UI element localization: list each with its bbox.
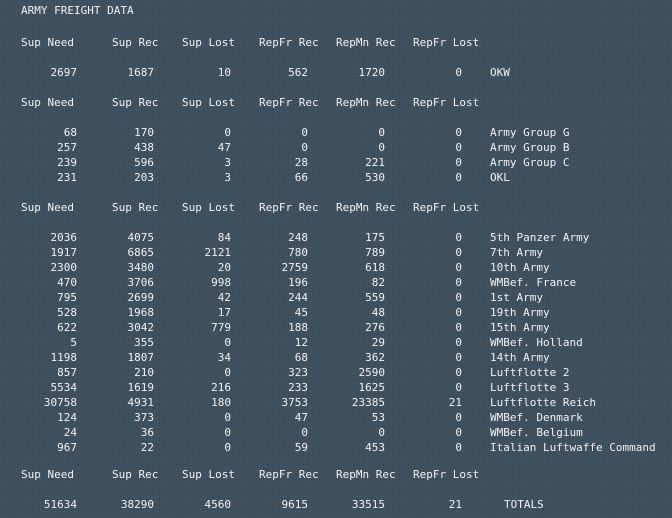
column-header-sup-lost: Sup Lost [182,96,235,109]
cell-repfr-lost: 0 [455,411,462,424]
unit-name: 7th Army [490,246,543,259]
table-row: 231 203 3 66 530 0 OKL [0,171,672,184]
column-header-sup-need: Sup Need [21,201,74,214]
unit-name: 1st Army [490,291,543,304]
table-row: 68 170 0 0 0 0 Army Group G [0,126,672,139]
table-row: 2697 1687 10 562 1720 0 OKW [0,66,672,79]
column-header-repmn-rec: RepMn Rec [336,468,396,481]
column-header-sup-lost: Sup Lost [182,201,235,214]
table-row: 124 373 0 47 53 0 WMBef. Denmark [0,411,672,424]
cell-repfr-lost: 0 [455,366,462,379]
unit-name: WMBef. Belgium [490,426,583,439]
cell-repfr-lost: 0 [455,66,462,79]
table-row: 239 596 3 28 221 0 Army Group C [0,156,672,169]
cell-repfr-lost: 0 [455,351,462,364]
column-header-repfr-rec: RepFr Rec [259,468,319,481]
column-header-repmn-rec: RepMn Rec [336,36,396,49]
unit-name: OKW [490,66,510,79]
unit-name: Italian Luftwaffe Command [490,441,656,454]
table-row: 622 3042 779 188 276 0 15th Army [0,321,672,334]
cell-repfr-lost: 0 [455,336,462,349]
column-header-sup-rec: Sup Rec [112,201,159,214]
cell-repfr-lost: 0 [455,276,462,289]
header-row: Sup Need Sup Rec Sup Lost RepFr Rec RepMn Re… [0,468,672,481]
screen-title: ARMY FREIGHT DATA [21,4,134,17]
column-header-repfr-lost: RepFr Lost [413,96,480,109]
table-row: 2036 4075 84 248 175 0 5th Panzer Army [0,231,672,244]
column-header-sup-rec: Sup Rec [112,96,159,109]
cell-repfr-lost: 0 [455,426,462,439]
column-header-sup-need: Sup Need [21,36,74,49]
unit-name: 19th Army [490,306,550,319]
table-row: 470 3706 998 196 82 0 WMBef. France [0,276,672,289]
table-row: 5534 1619 216 233 1625 0 Luftflotte 3 [0,381,672,394]
unit-name: WMBef. Denmark [490,411,583,424]
cell-repfr-lost: 0 [455,261,462,274]
cell-repfr-lost: 0 [455,441,462,454]
header-row: Sup Need Sup Rec Sup Lost RepFr Rec RepMn Re… [0,96,672,109]
cell-repfr-lost: 0 [455,126,462,139]
cell-repfr-lost: 0 [455,231,462,244]
unit-name: 15th Army [490,321,550,334]
cell-repfr-lost: 0 [455,321,462,334]
table-row: 5 355 0 12 29 0 WMBef. Holland [0,336,672,349]
column-header-repmn-rec: RepMn Rec [336,96,396,109]
table-row: 528 1968 17 45 48 0 19th Army [0,306,672,319]
table-row: 30758 4931 180 3753 23385 21 Luftflotte Reich [0,396,672,409]
column-header-sup-need: Sup Need [21,468,74,481]
column-header-sup-rec: Sup Rec [112,468,159,481]
cell-repfr-lost: 0 [455,171,462,184]
table-row: 257 438 47 0 0 0 Army Group B [0,141,672,154]
cell-repfr-lost: 0 [455,141,462,154]
unit-name: Army Group C [490,156,570,169]
unit-name: 10th Army [490,261,550,274]
cell-repfr-lost: 0 [455,306,462,319]
header-row: Sup Need Sup Rec Sup Lost RepFr Rec RepMn Re… [0,201,672,214]
column-header-sup-need: Sup Need [21,96,74,109]
cell-repfr-lost: 0 [455,291,462,304]
unit-name: WMBef. France [490,276,577,289]
cell-repfr-lost: 0 [455,246,462,259]
unit-name: Army Group G [490,126,570,139]
column-header-sup-lost: Sup Lost [182,36,235,49]
unit-name: WMBef. Holland [490,336,583,349]
table-row: 1917 6865 2121 780 789 0 7th Army [0,246,672,259]
column-header-repfr-lost: RepFr Lost [413,201,480,214]
table-row: 967 22 0 59 453 0 Italian Luftwaffe Command [0,441,672,454]
totals-label: TOTALS [504,498,544,511]
table-row: 795 2699 42 244 559 0 1st Army [0,291,672,304]
cell-repfr-lost: 0 [455,156,462,169]
table-row: 2300 3480 20 2759 618 0 10th Army [0,261,672,274]
column-header-repfr-rec: RepFr Rec [259,36,319,49]
table-row: 1198 1807 34 68 362 0 14th Army [0,351,672,364]
cell-repfr-lost: 21 [448,396,462,409]
column-header-repfr-lost: RepFr Lost [413,468,480,481]
freight-screen: ARMY FREIGHT DATA Sup Need Sup Rec Sup Los… [0,0,672,518]
column-header-repmn-rec: RepMn Rec [336,201,396,214]
unit-name: Luftflotte 2 [490,366,570,379]
column-header-repfr-rec: RepFr Rec [259,201,319,214]
unit-name: 14th Army [490,351,550,364]
header-row: Sup Need Sup Rec Sup Lost RepFr Rec RepMn Re… [0,36,672,49]
column-header-repfr-rec: RepFr Rec [259,96,319,109]
table-row: 857 210 0 323 2590 0 Luftflotte 2 [0,366,672,379]
cell-repfr-lost: 21 [448,498,462,511]
unit-name: Luftflotte 3 [490,381,570,394]
table-row: 24 36 0 0 0 0 WMBef. Belgium [0,426,672,439]
column-header-repfr-lost: RepFr Lost [413,36,480,49]
unit-name: Army Group B [490,141,570,154]
unit-name: Luftflotte Reich [490,396,596,409]
totals-row: 51634 38290 4560 9615 33515 21 TOTALS [0,498,672,511]
unit-name: OKL [490,171,510,184]
cell-repfr-lost: 0 [455,381,462,394]
column-header-sup-lost: Sup Lost [182,468,235,481]
column-header-sup-rec: Sup Rec [112,36,159,49]
unit-name: 5th Panzer Army [490,231,590,244]
